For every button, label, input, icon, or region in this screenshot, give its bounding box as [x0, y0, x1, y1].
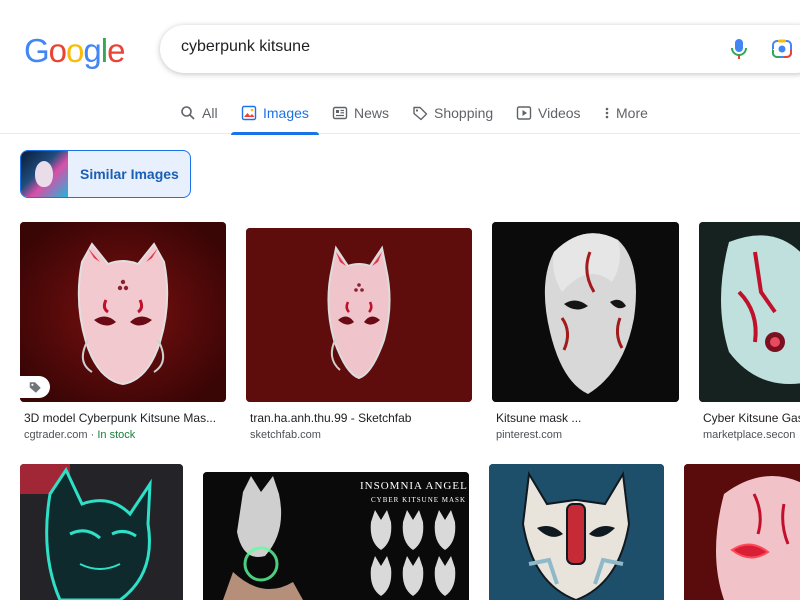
image-result[interactable]	[684, 464, 800, 600]
result-title[interactable]: Cyber Kitsune Gas	[703, 411, 800, 425]
overlay-subtitle: CYBER KITSUNE MASK	[371, 496, 467, 504]
search-input[interactable]	[181, 38, 701, 56]
search-box[interactable]	[160, 25, 800, 73]
kitsune-mask-image	[492, 222, 679, 402]
tab-images[interactable]: Images	[231, 92, 319, 135]
result-thumbnail[interactable]	[684, 464, 800, 600]
tab-label: All	[202, 105, 218, 121]
tag-icon	[413, 106, 428, 121]
kitsune-mask-image	[246, 228, 472, 402]
red-kitsune-mask-image	[684, 464, 800, 600]
more-vert-icon	[605, 107, 609, 119]
tab-label: Shopping	[434, 105, 494, 121]
stock-status: In stock	[97, 429, 136, 441]
result-thumbnail[interactable]	[492, 222, 679, 402]
header: Google	[0, 0, 800, 92]
kitsune-mask-image	[699, 222, 800, 402]
logo-letter: o	[66, 32, 84, 69]
logo-letter: e	[107, 32, 125, 69]
image-result[interactable]: Cyber Kitsune Gas marketplace.secon	[699, 222, 800, 447]
result-source: cgtrader.com · In stock	[24, 429, 136, 441]
result-thumbnail[interactable]	[489, 464, 664, 600]
result-title[interactable]: tran.ha.anh.thu.99 - Sketchfab	[250, 411, 470, 425]
image-result[interactable]: 3D model Cyberpunk Kitsune Mas... cgtrad…	[20, 222, 226, 447]
search-icon	[181, 106, 195, 120]
search-tabs: All Images News Shopping Videos More	[0, 92, 800, 135]
logo-letter: g	[83, 32, 101, 69]
google-lens-icon[interactable]	[770, 37, 794, 61]
tab-shopping[interactable]: Shopping	[412, 92, 493, 134]
image-icon	[241, 105, 257, 121]
tab-label: Videos	[538, 105, 581, 121]
play-icon	[516, 106, 532, 120]
similar-images-thumbnail	[21, 151, 68, 197]
similar-images-label: Similar Images	[80, 166, 179, 182]
tag-icon	[29, 382, 41, 393]
microphone-icon[interactable]	[728, 37, 750, 61]
result-source: sketchfab.com	[250, 429, 321, 441]
news-icon	[332, 106, 348, 120]
similar-images-chip[interactable]: Similar Images	[20, 150, 191, 198]
google-logo[interactable]: Google	[24, 32, 125, 70]
result-thumbnail[interactable]	[246, 228, 472, 402]
image-result[interactable]: Kitsune mask ... pinterest.com	[492, 222, 679, 447]
result-domain: cgtrader.com	[24, 429, 88, 441]
kitsune-mask-image	[20, 222, 226, 402]
tab-label: News	[354, 105, 390, 121]
tab-news[interactable]: News	[332, 92, 389, 134]
tab-label: More	[616, 105, 648, 121]
image-result[interactable]: INSOMNIA ANGEL CYBER KITSUNE MASK	[203, 464, 469, 600]
image-result[interactable]: tran.ha.anh.thu.99 - Sketchfab sketchfab…	[246, 222, 472, 447]
shopping-tag-badge	[20, 376, 50, 398]
result-title[interactable]: 3D model Cyberpunk Kitsune Mas...	[24, 411, 224, 425]
result-thumbnail[interactable]	[20, 222, 226, 402]
result-thumbnail[interactable]: INSOMNIA ANGEL CYBER KITSUNE MASK	[203, 472, 469, 600]
image-result[interactable]	[489, 464, 664, 600]
image-result[interactable]	[20, 464, 183, 600]
result-thumbnail[interactable]	[699, 222, 800, 402]
result-title[interactable]: Kitsune mask ...	[496, 411, 676, 425]
mecha-kitsune-mask-image	[489, 464, 664, 600]
tab-label: Images	[263, 105, 309, 121]
tab-more[interactable]: More	[604, 92, 648, 134]
logo-letter: o	[48, 32, 67, 69]
result-source: pinterest.com	[496, 429, 563, 441]
tab-all[interactable]: All	[180, 92, 218, 134]
neon-kitsune-mask-image	[20, 464, 183, 600]
overlay-title: INSOMNIA ANGEL	[360, 480, 468, 492]
result-source: marketplace.secon	[703, 429, 796, 441]
result-thumbnail[interactable]	[20, 464, 183, 600]
logo-letter: G	[24, 32, 50, 69]
tab-videos[interactable]: Videos	[516, 92, 581, 134]
